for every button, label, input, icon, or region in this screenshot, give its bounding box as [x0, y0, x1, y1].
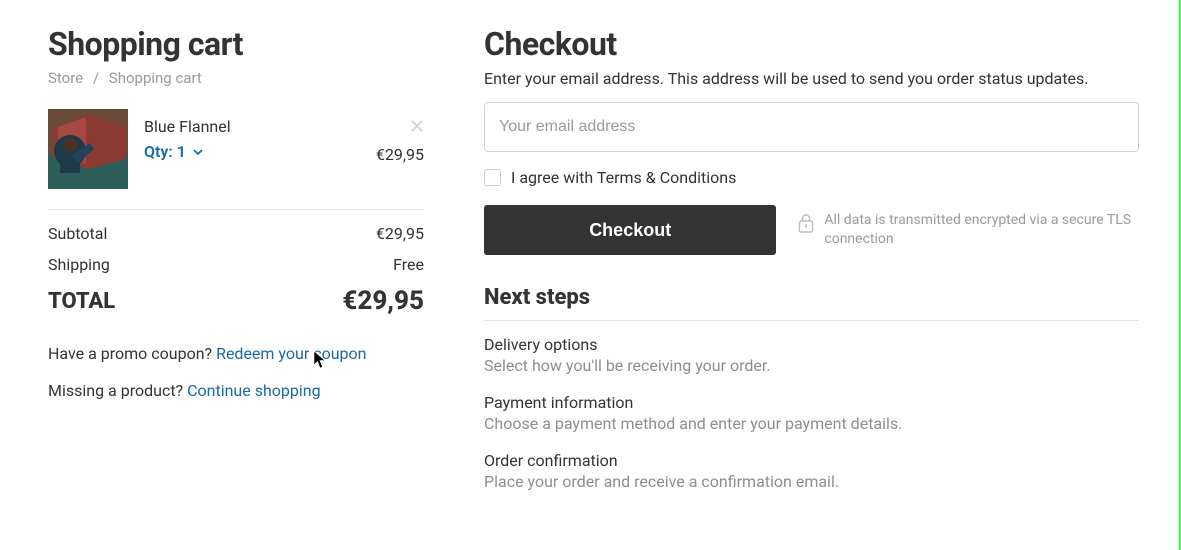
terms-checkbox[interactable] [484, 169, 501, 186]
step-title: Payment information [484, 393, 1139, 412]
checkout-title: Checkout [484, 25, 1139, 63]
redeem-coupon-link[interactable]: Redeem your coupon [216, 344, 366, 363]
step-desc: Place your order and receive a confirmat… [484, 472, 1139, 491]
qty-label: Qty: 1 [144, 142, 186, 161]
cart-title: Shopping cart [48, 25, 424, 63]
step-title: Order confirmation [484, 451, 1139, 470]
chevron-down-icon [192, 146, 204, 158]
subtotal-label: Subtotal [48, 224, 107, 243]
breadcrumb-current: Shopping cart [109, 69, 202, 87]
step-desc: Choose a payment method and enter your p… [484, 414, 1139, 433]
step-payment: Payment information Choose a payment met… [484, 393, 1139, 433]
promo-question: Have a promo coupon? [48, 344, 216, 363]
security-text: All data is transmitted encrypted via a … [824, 211, 1139, 249]
step-desc: Select how you'll be receiving your orde… [484, 356, 1139, 375]
checkout-button[interactable]: Checkout [484, 205, 776, 255]
close-icon [410, 119, 424, 133]
divider [484, 320, 1139, 321]
cart-item: Blue Flannel Qty: 1 €29,95 [48, 109, 424, 189]
remove-item-button[interactable] [410, 119, 424, 137]
product-name: Blue Flannel [144, 117, 424, 136]
shipping-value: Free [393, 255, 424, 274]
qty-selector[interactable]: Qty: 1 [144, 142, 204, 161]
product-thumbnail[interactable] [48, 109, 128, 189]
breadcrumb: Store / Shopping cart [48, 69, 424, 87]
cursor-icon [313, 350, 327, 370]
step-confirmation: Order confirmation Place your order and … [484, 451, 1139, 491]
email-field[interactable] [484, 102, 1139, 152]
total-value: €29,95 [342, 286, 424, 316]
subtotal-value: €29,95 [376, 224, 424, 243]
checkout-subtitle: Enter your email address. This address w… [484, 69, 1139, 88]
shipping-label: Shipping [48, 255, 110, 274]
divider [48, 209, 424, 210]
step-delivery: Delivery options Select how you'll be re… [484, 335, 1139, 375]
breadcrumb-sep: / [93, 69, 99, 87]
missing-question: Missing a product? [48, 381, 187, 400]
terms-label: I agree with Terms & Conditions [511, 168, 736, 187]
continue-shopping-link[interactable]: Continue shopping [187, 381, 320, 400]
lock-icon [798, 213, 814, 233]
product-price: €29,95 [376, 145, 424, 164]
step-title: Delivery options [484, 335, 1139, 354]
security-note: All data is transmitted encrypted via a … [798, 211, 1139, 249]
breadcrumb-store[interactable]: Store [48, 69, 83, 87]
next-steps-title: Next steps [484, 285, 1139, 310]
total-label: TOTAL [48, 289, 115, 314]
